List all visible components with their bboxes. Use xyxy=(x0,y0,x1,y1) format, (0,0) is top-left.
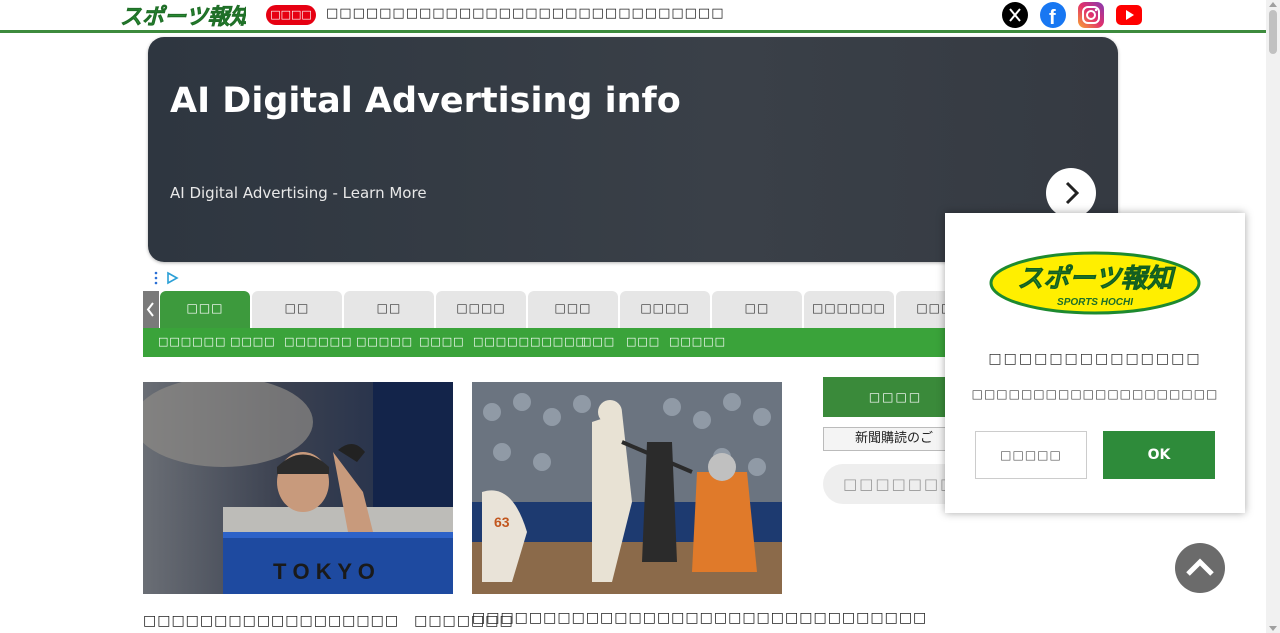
subnav-item[interactable]: □□□□□□ xyxy=(158,335,226,348)
tab-2[interactable]: □□ xyxy=(252,291,342,328)
tab-7[interactable]: □□ xyxy=(712,291,802,328)
subnav-item[interactable]: □□□□□ xyxy=(669,335,726,348)
tab-3[interactable]: □□ xyxy=(344,291,434,328)
subscription-link[interactable]: 新聞購読のご xyxy=(823,427,965,451)
facebook-icon[interactable]: f xyxy=(1040,2,1066,28)
svg-text:SPORTS HOCHI: SPORTS HOCHI xyxy=(1057,297,1133,308)
popup-cancel-button[interactable]: □□□□□ xyxy=(975,431,1087,479)
site-header: スポーツ報知 □□□□ □□□□□□□□□□□□□□□□□□□□□□□□□□□□… xyxy=(0,0,1266,30)
subnav-item[interactable]: □□□□□□ xyxy=(284,335,352,348)
header-divider xyxy=(0,30,1266,33)
x-icon[interactable] xyxy=(1002,2,1028,28)
adchoices-icon[interactable] xyxy=(152,270,182,286)
page-scrollbar[interactable] xyxy=(1266,0,1280,633)
popup-title: □□□□□□□□□□□□□□ xyxy=(988,351,1202,367)
article-image-2[interactable]: 63 xyxy=(472,382,782,594)
popup-logo: スポーツ報知 SPORTS HOCHI xyxy=(989,251,1201,315)
subnav-item[interactable]: □□□□ xyxy=(419,335,465,348)
article-title-1[interactable]: □□□□□□□□□□□□□□□□□□ □□□□□□□ xyxy=(143,610,514,630)
notification-popup: スポーツ報知 SPORTS HOCHI □□□□□□□□□□□□□□ □□□□□… xyxy=(945,213,1245,513)
article-title-2[interactable]: □□□□□□□□□□□□□□□□□□□□□□□□□□□□□□□□ xyxy=(472,610,927,626)
tab-8[interactable]: □□□□□□ xyxy=(804,291,894,328)
subnav-item[interactable]: □□□□□□□□□□ xyxy=(473,335,587,348)
popup-message: □□□□□□□□□□□□□□□□□□□□ xyxy=(971,387,1219,401)
scroll-up-arrow-icon[interactable] xyxy=(1269,2,1277,7)
svg-text:スポーツ報知: スポーツ報知 xyxy=(1017,264,1176,294)
chevron-up-icon xyxy=(1186,558,1214,576)
svg-text:63: 63 xyxy=(494,514,510,530)
tabs-prev-button[interactable] xyxy=(143,291,159,328)
scroll-to-top-button[interactable] xyxy=(1175,543,1225,593)
ad-subtitle[interactable]: AI Digital Advertising - Learn More xyxy=(170,184,427,202)
tab-9[interactable]: □□□□ xyxy=(896,291,945,328)
article-image-1[interactable]: T O K Y O xyxy=(143,382,453,594)
subnav-item[interactable]: □□□ xyxy=(581,335,615,348)
youtube-icon[interactable] xyxy=(1116,5,1142,25)
tab-5[interactable]: □□□ xyxy=(528,291,618,328)
scrollbar-thumb[interactable] xyxy=(1269,10,1277,54)
svg-text:T O K Y O: T O K Y O xyxy=(273,559,375,584)
breaking-news-badge: □□□□ xyxy=(266,5,316,25)
site-logo[interactable]: スポーツ報知 xyxy=(118,1,246,29)
ad-title[interactable]: AI Digital Advertising info xyxy=(170,81,681,121)
subnav-item[interactable]: □□□□ xyxy=(230,335,276,348)
popup-ok-button[interactable]: OK xyxy=(1103,431,1215,479)
tab-4[interactable]: □□□□ xyxy=(436,291,526,328)
sub-navigation: □□□□□□ □□□□ □□□□□□ □□□□□ □□□□ □□□□□□□□□□… xyxy=(143,328,945,357)
breaking-news-headline[interactable]: □□□□□□□□□□□□□□□□□□□□□□□□□□□□□□ xyxy=(326,6,724,21)
tab-top[interactable]: □□□ xyxy=(160,291,250,328)
tab-6[interactable]: □□□□ xyxy=(620,291,710,328)
subnav-item[interactable]: □□□□□ xyxy=(356,335,413,348)
subnav-item[interactable]: □□□ xyxy=(626,335,660,348)
svg-text:f: f xyxy=(1049,7,1056,28)
instagram-icon[interactable] xyxy=(1078,2,1104,28)
category-tabs: □□□ □□ □□ □□□□ □□□ □□□□ □□ □□□□□□ □□□□ xyxy=(143,291,945,328)
scroll-down-arrow-icon[interactable] xyxy=(1269,626,1277,631)
ad-next-arrow-icon[interactable] xyxy=(1046,168,1096,218)
svg-text:スポーツ報知: スポーツ報知 xyxy=(120,4,246,29)
